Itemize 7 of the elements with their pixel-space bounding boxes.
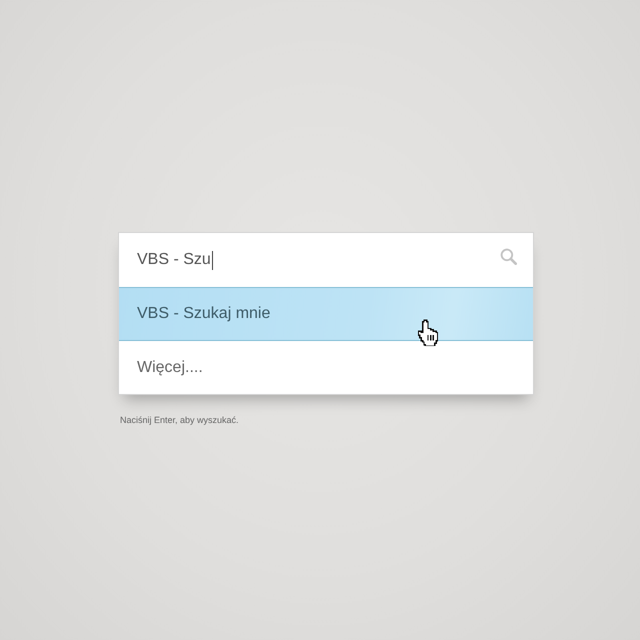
suggestion-item[interactable]: VBS - Szukaj mnie [119, 287, 533, 341]
search-icon[interactable] [500, 248, 517, 264]
text-caret-icon [212, 250, 213, 270]
search-field[interactable]: VBS - Szu [137, 245, 500, 275]
hand-pointer-icon [417, 319, 439, 346]
hint-text: Naciśnij Enter, aby wyszukać. [120, 415, 240, 425]
suggestion-item[interactable]: Więcej.... [119, 341, 533, 394]
